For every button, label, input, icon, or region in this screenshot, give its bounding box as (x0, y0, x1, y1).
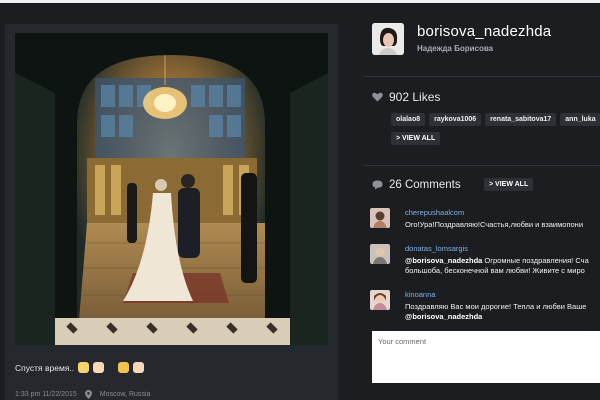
comment-item: kinoanna Поздравляю Вас мои дорогие! Теп… (370, 290, 600, 330)
likes-view-all-button[interactable]: > VIEW ALL (391, 132, 441, 145)
comment-text: @borisova_nadezhda Огромные поздравления… (405, 256, 589, 276)
post-caption: Спустя время.. (15, 362, 145, 373)
comment-item: cherepushaalcom Ого!Ура!Поздравляю!Счаст… (370, 208, 600, 238)
comment-avatar[interactable] (370, 208, 390, 228)
commenter-avatar-image (370, 244, 390, 264)
caption-text: Спустя время.. (15, 362, 75, 373)
liker-tag[interactable]: olalao8 (391, 113, 426, 126)
profile-full-name: Надежда Борисова (417, 44, 494, 53)
likes-count: 902 Likes (389, 90, 441, 104)
comment-input-box[interactable] (372, 331, 600, 383)
comments-summary: 26 Comments (372, 179, 461, 191)
post-photo[interactable] (15, 33, 328, 345)
comment-username[interactable]: kinoanna (405, 290, 435, 299)
divider-top (364, 76, 600, 77)
comment-line: большоба, бесконечной вам любви! Живите … (405, 266, 585, 275)
post-location[interactable]: Moscow, Russia (100, 391, 151, 398)
likes-summary: 902 Likes (372, 90, 440, 104)
emoji-angry-icon (118, 362, 130, 373)
comment-username[interactable]: cherepushaalcom (405, 208, 464, 217)
location-pin-icon (84, 390, 92, 399)
commenter-avatar-image (370, 208, 390, 228)
comment-text: Ого!Ура!Поздравляю!Счастья,любви и взаим… (405, 220, 583, 230)
comment-input[interactable] (372, 331, 600, 383)
emoji-face-icon (93, 362, 105, 373)
liker-tag[interactable]: raykova1006 (429, 113, 482, 126)
commenter-avatar-image (370, 290, 390, 310)
speech-bubble-icon (372, 180, 383, 190)
profile-username[interactable]: borisova_nadezhda (417, 23, 551, 40)
comments-count: 26 Comments (389, 179, 461, 191)
heart-icon (372, 92, 383, 102)
comment-mention[interactable]: @borisova_nadezhda (405, 256, 482, 265)
profile-avatar[interactable] (372, 23, 404, 55)
post-timestamp: 1:33 pm 11/22/2015 (15, 391, 77, 398)
comment-line: Поздравляю Вас мои дорогие! Тепла и любв… (405, 302, 587, 311)
wedding-church-photo (15, 33, 328, 345)
comment-text: Поздравляю Вас мои дорогие! Тепла и любв… (405, 302, 586, 322)
comment-avatar[interactable] (370, 244, 390, 264)
divider-middle (364, 165, 600, 166)
comment-avatar[interactable] (370, 290, 390, 310)
liker-tag[interactable]: renata_sabitova17 (485, 113, 557, 126)
post-meta: 1:33 pm 11/22/2015 Moscow, Russia (15, 390, 150, 399)
post-sidebar: borisova_nadezhda Надежда Борисова 902 L… (338, 3, 600, 400)
comments-view-all-button[interactable]: > VIEW ALL (484, 178, 534, 191)
liker-tag[interactable]: ann_luka (560, 113, 600, 126)
comment-username[interactable]: donatas_lomsargis (405, 244, 468, 253)
comment-line: Ого!Ура!Поздравляю!Счастья,любви и взаим… (405, 220, 584, 229)
comment-mention[interactable]: @borisova_nadezhda (405, 312, 482, 321)
emoji-smile-icon (78, 362, 90, 373)
avatar-image (372, 23, 404, 55)
comment-item: donatas_lomsargis @borisova_nadezhda Огр… (370, 244, 600, 284)
liker-list: olalao8 raykova1006 renata_sabitova17 an… (391, 113, 600, 126)
comment-line: Огромные поздравления! Сча (482, 256, 589, 265)
emoji-face-2-icon (133, 362, 145, 373)
